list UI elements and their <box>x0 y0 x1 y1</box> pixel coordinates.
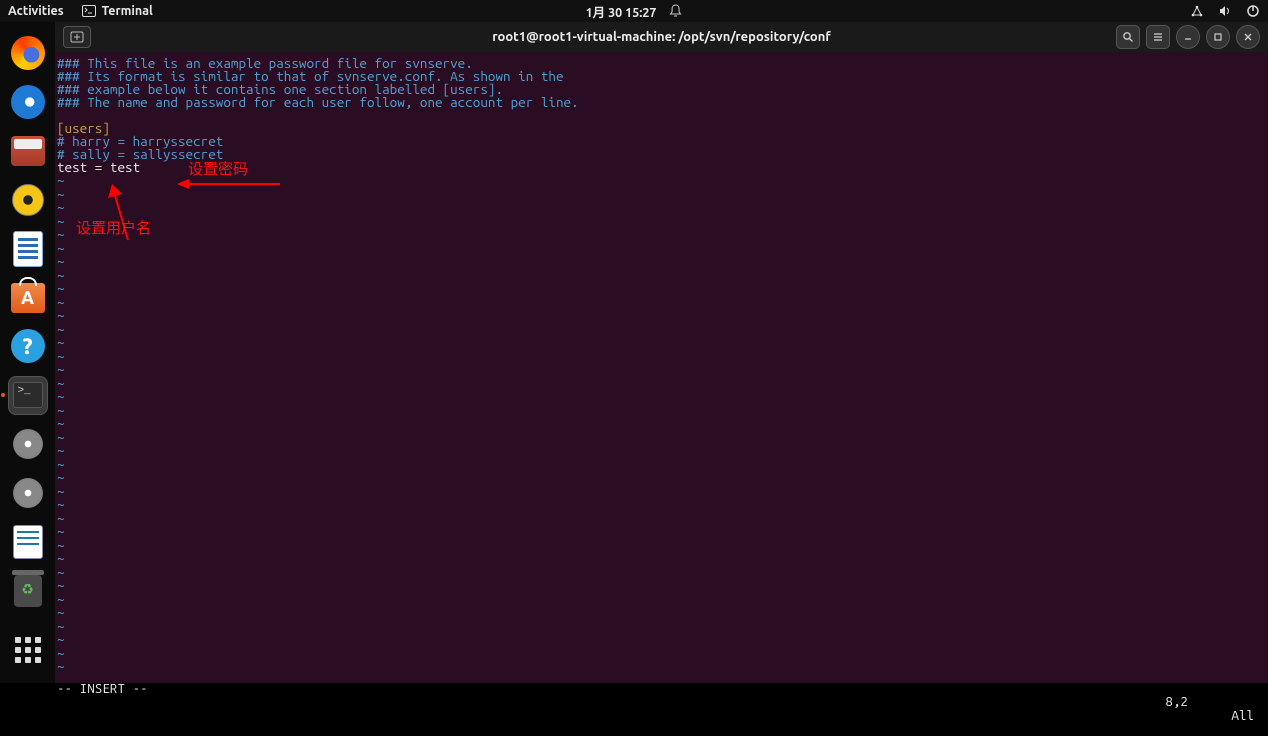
window-title: root1@root1-virtual-machine: /opt/svn/re… <box>492 30 830 44</box>
close-icon <box>1243 32 1253 42</box>
maximize-icon <box>1213 32 1223 42</box>
vim-cursor-pos: 8,2 <box>1165 695 1188 709</box>
topbar-app[interactable]: Terminal <box>82 4 153 18</box>
new-tab-icon <box>70 31 84 43</box>
menu-icon <box>1152 31 1164 43</box>
dock-thunderbird[interactable] <box>8 83 48 122</box>
minimize-icon <box>1183 32 1193 42</box>
hamburger-menu[interactable] <box>1146 25 1170 49</box>
dock-files[interactable] <box>8 132 48 171</box>
annotation-label-username: 设置用户名 <box>76 222 151 236</box>
dock-disc-2[interactable] <box>8 474 48 513</box>
terminal-headerbar: root1@root1-virtual-machine: /opt/svn/re… <box>55 22 1268 52</box>
network-icon[interactable] <box>1190 4 1204 18</box>
power-icon[interactable] <box>1246 4 1260 18</box>
dock-help[interactable]: ? <box>8 327 48 366</box>
terminal-icon <box>82 5 96 17</box>
trash-icon <box>14 575 42 607</box>
terminal-body[interactable]: ### This file is an example password fil… <box>55 52 1268 683</box>
software-icon <box>11 283 45 313</box>
dock-firefox[interactable] <box>8 34 48 73</box>
gnome-topbar: Activities Terminal 1月 30 15:27 <box>0 0 1268 22</box>
dock-terminal[interactable] <box>8 376 48 415</box>
dock-disc-1[interactable] <box>8 425 48 464</box>
notification-icon[interactable] <box>668 4 682 18</box>
topbar-datetime[interactable]: 1月 30 15:27 <box>586 2 657 21</box>
annotation-arrow-username <box>55 164 140 264</box>
vim-scroll-pct: All <box>1231 709 1254 723</box>
firefox-icon <box>11 36 45 70</box>
activities-button[interactable]: Activities <box>8 4 64 18</box>
dock: ? <box>0 22 55 683</box>
dock-rhythmbox[interactable] <box>8 181 48 220</box>
writer-icon <box>13 231 43 267</box>
apps-grid-icon <box>15 637 41 663</box>
editor-entry: test = test <box>55 161 140 175</box>
search-icon <box>1122 31 1134 43</box>
topbar-app-label: Terminal <box>102 4 153 18</box>
help-icon: ? <box>11 329 45 363</box>
maximize-button[interactable] <box>1206 25 1230 49</box>
rhythmbox-icon <box>12 184 44 216</box>
disc-icon <box>13 429 43 459</box>
dock-writer[interactable] <box>8 229 48 268</box>
search-button[interactable] <box>1116 25 1140 49</box>
editor-line: ### The name and password for each user … <box>55 96 579 110</box>
annotation-label-password: 设置密码 <box>188 163 248 177</box>
show-applications[interactable] <box>8 630 48 669</box>
todo-icon <box>13 525 43 559</box>
vim-status-line: -- INSERT -- 8,2 All <box>55 668 1268 683</box>
thunderbird-icon <box>11 85 45 119</box>
files-icon <box>11 136 45 166</box>
dock-trash[interactable] <box>8 571 48 610</box>
dock-todo[interactable] <box>8 523 48 562</box>
terminal-window: root1@root1-virtual-machine: /opt/svn/re… <box>55 22 1268 683</box>
dock-software[interactable] <box>8 278 48 317</box>
close-button[interactable] <box>1236 25 1260 49</box>
terminal-app-icon <box>13 382 43 408</box>
vim-mode: -- INSERT -- <box>57 682 148 696</box>
disc-icon <box>13 478 43 508</box>
new-tab-button[interactable] <box>63 26 91 48</box>
volume-icon[interactable] <box>1218 4 1232 18</box>
minimize-button[interactable] <box>1176 25 1200 49</box>
